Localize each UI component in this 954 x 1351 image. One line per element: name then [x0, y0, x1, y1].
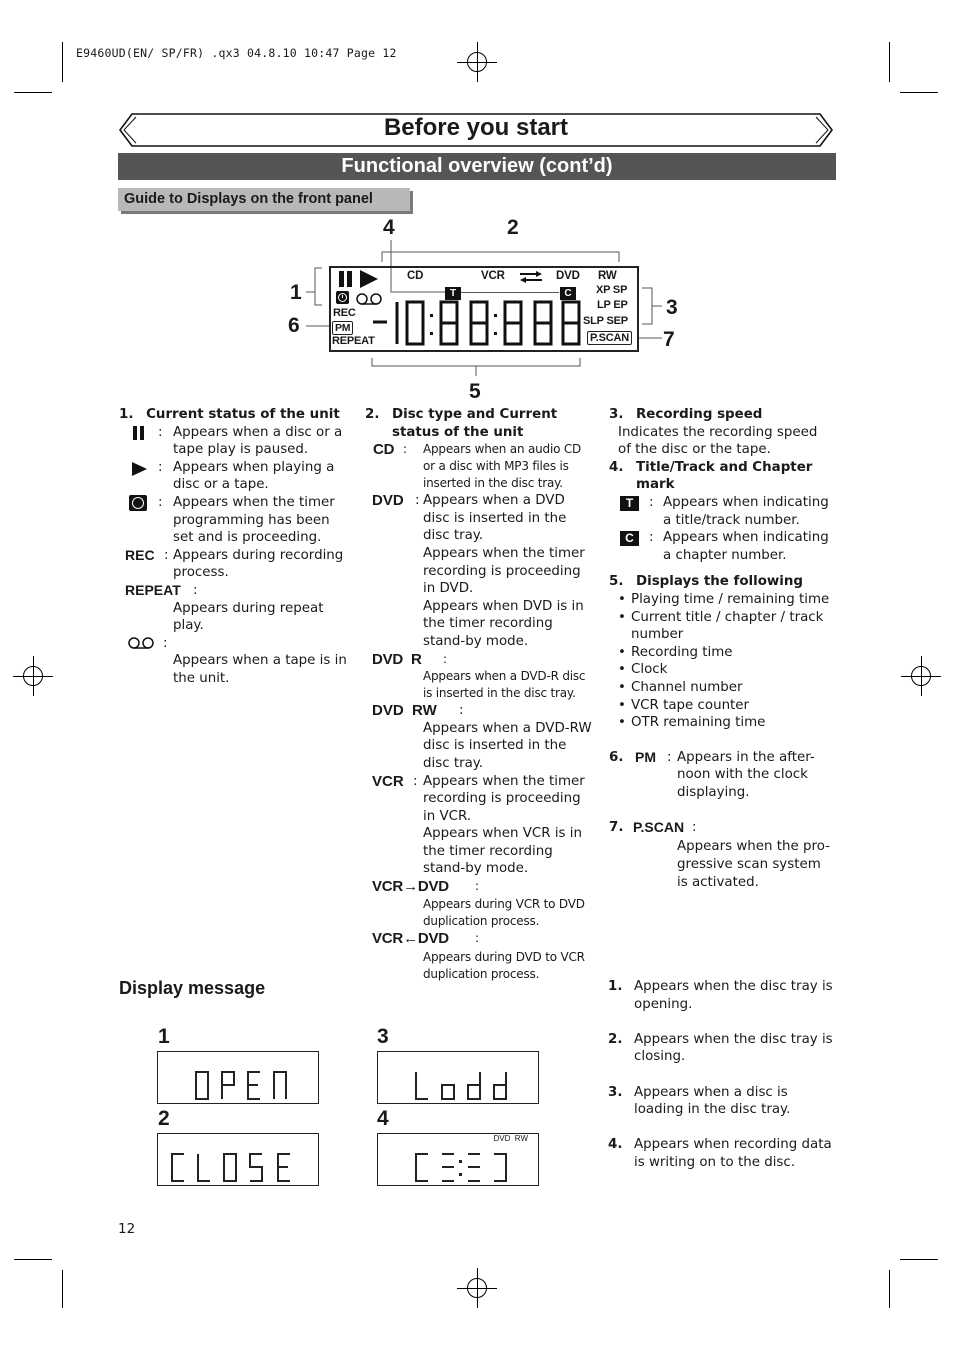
bullet-item: • Recording time [618, 644, 733, 660]
pm-item: 6. PM : Appears in the after-noon with t… [609, 748, 815, 800]
bullet-item: • VCR tape counter [618, 697, 750, 713]
registration-mark-top [457, 42, 497, 82]
column-recording-info: 3. Recording speed Indicates the recordi… [609, 406, 834, 891]
status-item-rec: REC : Appears during recording process. [125, 546, 344, 581]
section-heading-5: 5. Displays the following [609, 574, 803, 590]
column-disc-type: 2. Disc type and Current status of the u… [365, 406, 595, 983]
section-heading-4: 4. Title/Track and Chapter mark [609, 459, 813, 493]
subsection-tab: Guide to Displays on the front panel [118, 188, 410, 211]
status-item-play: : Appears when playing a disc or a tape. [119, 459, 349, 494]
displays-bullet-list: • Playing time / remaining time • Current … [609, 591, 834, 732]
dvd-rw-indicator: DVD RW [493, 1134, 528, 1143]
display-message-descriptions: 1. Appears when the disc tray is opening… [608, 978, 838, 1172]
tape-icon [128, 636, 154, 649]
status-item-tape: : Appears when a tape is in the unit. [119, 635, 349, 688]
bullet-item: • Current title / chapter / track number [618, 609, 824, 643]
crop-mark [900, 1259, 938, 1260]
message-desc-3: 3. Appears when a disc is loading in the… [608, 1084, 791, 1118]
message-box-close [157, 1133, 319, 1186]
play-icon [360, 270, 378, 288]
dvd-indicator: DVD [556, 270, 580, 282]
timer-icon [129, 494, 147, 511]
section-heading-3: 3. Recording speed [609, 407, 763, 422]
rw-indicator: RW [598, 270, 617, 282]
status-item-pause: : Appears when a disc or a tape play is … [119, 424, 349, 459]
disc-item-dvd: DVD : Appears when a DVD disc is inserte… [372, 492, 585, 649]
lcd-display: CD VCR DVD RW T C XP SP LP EP SLP SEP P.… [329, 266, 639, 352]
section-heading-2: 2. Disc type and Current status of the u… [365, 407, 558, 440]
page-title: Before you start [383, 114, 569, 141]
callout-4: 4 [383, 216, 395, 239]
message-box-open [157, 1051, 319, 1104]
crop-mark [900, 92, 938, 93]
display-message-heading: Display message [119, 978, 266, 998]
status-item-repeat: REPEAT : Appears during repeat play. [125, 581, 324, 634]
section-title: Functional overview (cont’d) [118, 153, 836, 180]
timer-icon [336, 291, 349, 304]
crop-mark [62, 1270, 63, 1308]
print-slug: E9460UD(EN/ SP/FR) .qx3 04.8.10 10:47 Pa… [76, 46, 397, 60]
message-desc-2: 2. Appears when the disc tray is closing… [608, 1031, 833, 1065]
message-callout-2: 2 [158, 1107, 170, 1130]
pause-icon [133, 425, 146, 440]
registration-mark-right [901, 656, 941, 696]
repeat-indicator: REPEAT [332, 335, 375, 347]
bullet-item: • Clock [618, 662, 668, 678]
disc-item-dvd-to-vcr: VCR←DVD : Appears during DVD to VCR dupl… [372, 929, 585, 981]
segment-readout-writing [415, 1153, 507, 1182]
message-box-writing: DVD RW [377, 1133, 539, 1186]
message-box-loading [377, 1051, 539, 1104]
registration-mark-left [13, 656, 53, 696]
pm-indicator: PM [332, 321, 354, 335]
xp-sp-indicator: XP SP [596, 284, 628, 296]
bullet-item: • Playing time / remaining time [618, 591, 830, 607]
segment-readout-loading [415, 1072, 507, 1100]
title-mark-icon: T [620, 495, 639, 511]
disc-item-dvd-rw: DVD RW : Appears when a DVD-RW disc is i… [372, 702, 592, 771]
message-callout-3: 3 [377, 1025, 389, 1048]
crop-mark [14, 1259, 52, 1260]
segment-readout-close [171, 1153, 290, 1182]
message-callout-4: 4 [377, 1107, 389, 1130]
callout-2: 2 [507, 216, 519, 239]
crop-mark [889, 42, 890, 82]
segment-readout [373, 300, 581, 346]
bullet-item: • OTR remaining time [618, 715, 766, 731]
registration-mark-bottom [457, 1268, 497, 1308]
crop-mark [889, 1270, 890, 1308]
disc-item-vcr-to-dvd: VCR→DVD : Appears during VCR to DVD dupl… [372, 878, 585, 928]
recording-speed-text: Indicates the recording speed of the dis… [618, 424, 818, 458]
title-chapter-bar [461, 292, 559, 293]
segment-readout-open [195, 1071, 287, 1100]
pscan-indicator: P.SCAN [587, 331, 632, 345]
bullet-item: • Channel number [618, 679, 743, 695]
section-heading-1: 1. Current status of the unit [119, 407, 340, 422]
page-title-banner: Before you start [118, 112, 834, 148]
lp-ep-indicator: LP EP [597, 299, 628, 311]
play-icon [132, 461, 147, 476]
page-number: 12 [118, 1221, 136, 1237]
disc-item-cd: CD : Appears when an audio CD or a disc … [373, 441, 582, 491]
status-item-timer: : Appears when the timer programming has… [119, 494, 349, 547]
disc-item-dvd-r: DVD R : Appears when a DVD-R disc is ins… [372, 650, 586, 701]
disc-item-vcr: VCR : Appears when the timer recording i… [372, 772, 585, 877]
duplication-arrows-icon [520, 271, 542, 283]
crop-mark [62, 42, 63, 82]
chapter-mark-icon: C [620, 531, 639, 547]
cd-indicator: CD [407, 270, 424, 282]
message-desc-4: 4. Appears when recording data is writin… [608, 1137, 832, 1170]
chapter-mark-item: C : Appears when indicating a chapter nu… [609, 529, 834, 564]
message-desc-1: 1. Appears when the disc tray is opening… [608, 979, 833, 1012]
slp-sep-indicator: SLP SEP [583, 315, 628, 327]
pause-icon [339, 271, 353, 287]
title-mark-item: T : Appears when indicating a title/trac… [609, 494, 834, 529]
message-callout-1: 1 [158, 1025, 170, 1048]
crop-mark [14, 92, 52, 93]
rec-indicator: REC [333, 307, 356, 319]
pscan-item: 7. P.SCAN : Appears when the pro-gressiv… [609, 819, 830, 890]
column-current-status: 1. Current status of the unit : Appears … [119, 406, 349, 688]
vcr-indicator: VCR [481, 270, 505, 282]
